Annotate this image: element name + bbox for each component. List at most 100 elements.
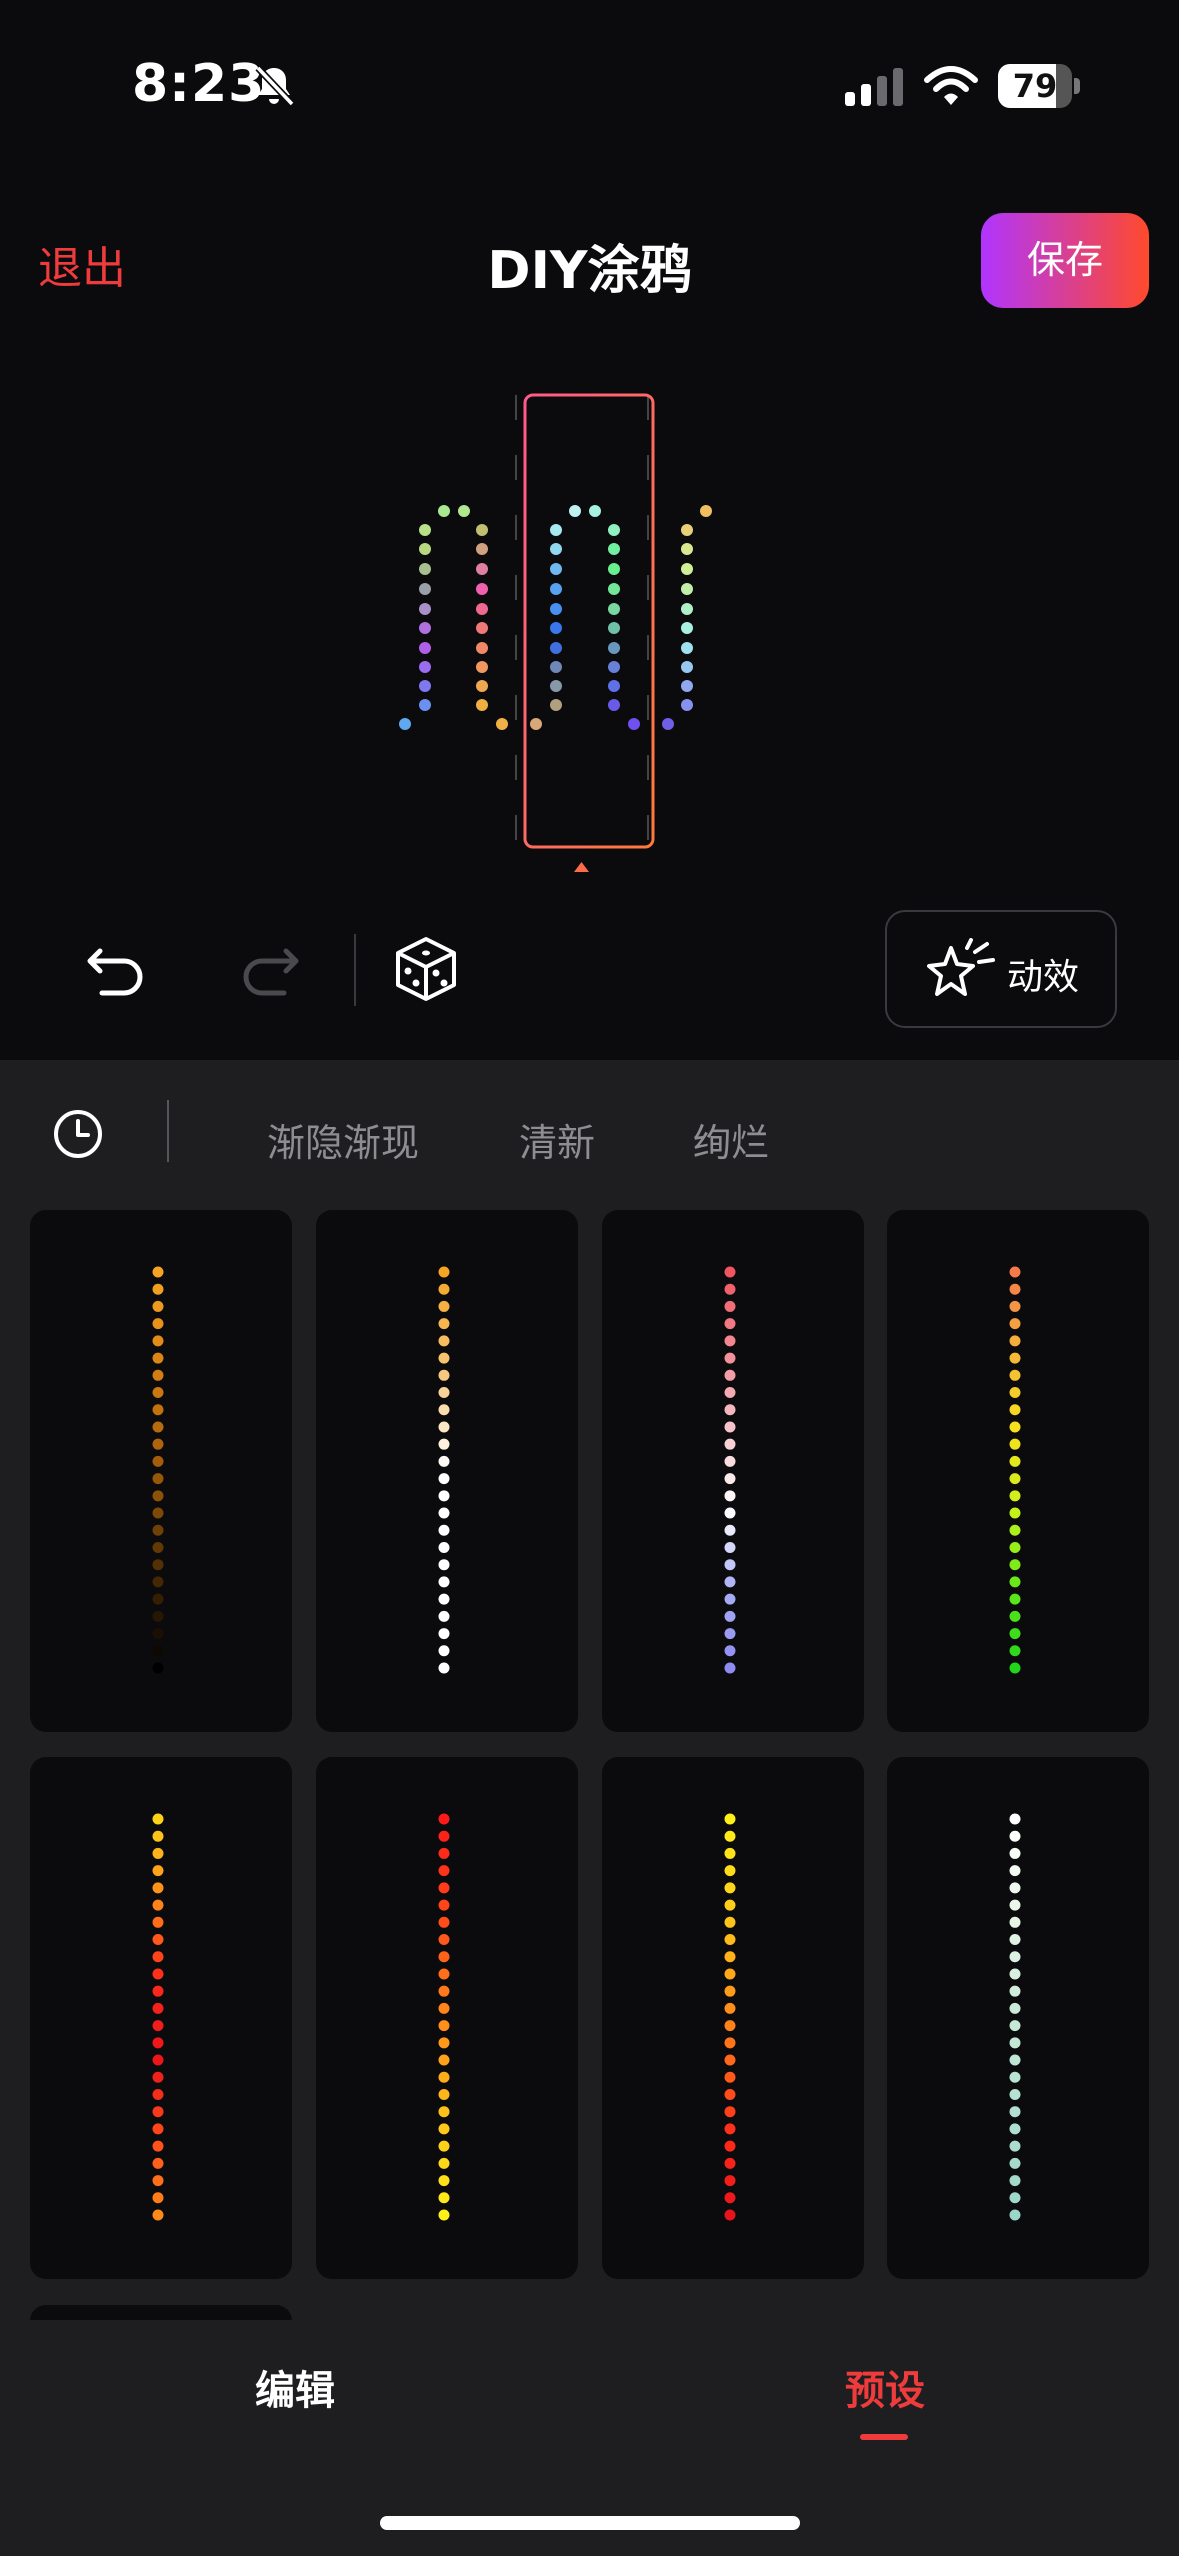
gradient-dot	[724, 1455, 736, 1467]
gradient-dot	[724, 1559, 736, 1571]
gradient-dot	[1009, 1610, 1021, 1622]
gradient-dot	[1009, 1899, 1021, 1911]
gradient-dot	[152, 2106, 164, 2118]
gradient-dot	[1009, 1335, 1021, 1347]
preset-card-2[interactable]	[316, 1210, 578, 1732]
preset-card-6[interactable]	[316, 1757, 578, 2279]
gradient-dot	[152, 2140, 164, 2152]
gradient-dot	[724, 1266, 736, 1278]
gradient-dot	[438, 1318, 450, 1330]
gradient-dot	[724, 1576, 736, 1588]
undo-icon[interactable]	[86, 937, 150, 1001]
gradient-dot	[724, 2106, 736, 2118]
gradient-dot	[724, 1369, 736, 1381]
gradient-dot	[1009, 1951, 1021, 1963]
nav-edit[interactable]: 编辑	[255, 2358, 335, 2416]
gradient-dot	[724, 2192, 736, 2204]
gradient-dot	[1009, 1662, 1021, 1674]
gradient-dot	[438, 1473, 450, 1485]
gradient-dot	[1009, 1593, 1021, 1605]
dice-icon[interactable]	[392, 935, 460, 1003]
gradient-dot	[1009, 1968, 1021, 1980]
gradient-dot	[724, 2071, 736, 2083]
gradient-dots	[152, 1813, 164, 2221]
nav-active-indicator	[860, 2434, 908, 2440]
gradient-dot	[438, 1421, 450, 1433]
gradient-dot	[438, 1300, 450, 1312]
gradient-dot	[1009, 2071, 1021, 2083]
history-clock-icon[interactable]	[52, 1108, 104, 1160]
preset-card-4[interactable]	[887, 1210, 1149, 1732]
gradient-dot	[152, 2037, 164, 2049]
doodle-canvas[interactable]	[0, 380, 1179, 880]
gradient-dot	[724, 1507, 736, 1519]
gradient-dot	[438, 1934, 450, 1946]
gradient-dot	[724, 1318, 736, 1330]
gradient-dot	[438, 1813, 450, 1825]
gradient-dot	[152, 2054, 164, 2066]
gradient-dot	[152, 1507, 164, 1519]
selection-frame[interactable]	[523, 393, 655, 849]
gradient-dot	[152, 1473, 164, 1485]
gradient-dot	[1009, 1283, 1021, 1295]
preset-card-3[interactable]	[602, 1210, 864, 1732]
nav-preset[interactable]: 预设	[845, 2358, 925, 2416]
gradient-dot	[724, 1813, 736, 1825]
gradient-dot	[1009, 1813, 1021, 1825]
gradient-dot	[152, 1387, 164, 1399]
tab-fresh[interactable]: 清新	[519, 1112, 595, 1167]
gradient-dot	[724, 1865, 736, 1877]
gradient-dot	[724, 2175, 736, 2187]
gradient-dot	[1009, 1421, 1021, 1433]
wifi-icon	[924, 66, 978, 105]
tab-fade[interactable]: 渐隐渐现	[267, 1112, 419, 1167]
gradient-dot	[438, 2157, 450, 2169]
gradient-dots	[1009, 1266, 1021, 1674]
gradient-dot	[438, 1541, 450, 1553]
gradient-dot	[438, 1847, 450, 1859]
gradient-dot	[438, 2106, 450, 2118]
gradient-dot	[152, 1318, 164, 1330]
preset-card-5[interactable]	[30, 1757, 292, 2279]
gradient-dot	[438, 2054, 450, 2066]
toolbar-divider	[354, 934, 356, 1006]
gradient-dot	[152, 1283, 164, 1295]
gradient-dot	[1009, 2209, 1021, 2221]
gradient-dot	[1009, 1404, 1021, 1416]
preset-card-7[interactable]	[602, 1757, 864, 2279]
gradient-dot	[724, 1352, 736, 1364]
gradient-dot	[152, 1335, 164, 1347]
preset-card-1[interactable]	[30, 1210, 292, 1732]
gradient-dot	[152, 1593, 164, 1605]
gradient-dot	[724, 1404, 736, 1416]
gradient-dot	[1009, 1438, 1021, 1450]
tab-gorgeous[interactable]: 绚烂	[693, 1112, 769, 1167]
gradient-dot	[1009, 1985, 1021, 1997]
gradient-dot	[438, 1576, 450, 1588]
gradient-dot	[152, 2209, 164, 2221]
save-button[interactable]: 保存	[981, 213, 1149, 308]
redo-icon[interactable]	[236, 937, 300, 1001]
gradient-dot	[152, 2071, 164, 2083]
status-time: 8:23	[132, 54, 266, 114]
gradient-dot	[152, 2002, 164, 2014]
gradient-dot	[1009, 1865, 1021, 1877]
home-indicator[interactable]	[380, 2516, 800, 2530]
preset-card-8[interactable]	[887, 1757, 1149, 2279]
gradient-dot	[724, 1830, 736, 1842]
category-tabs: 渐隐渐现 清新 绚烂	[0, 1060, 1179, 1200]
gradient-dot	[438, 1387, 450, 1399]
gradient-dot	[438, 1559, 450, 1571]
effects-button[interactable]: 动效	[885, 910, 1117, 1028]
gradient-dot	[438, 2002, 450, 2014]
gradient-dot	[1009, 2002, 1021, 2014]
gradient-dot	[1009, 2020, 1021, 2032]
gradient-dot	[724, 1662, 736, 1674]
gradient-dot	[152, 1916, 164, 1928]
gradient-dot	[438, 1455, 450, 1467]
gradient-dot	[1009, 1628, 1021, 1640]
gradient-dot	[1009, 1387, 1021, 1399]
gradient-dot	[152, 1576, 164, 1588]
gradient-dot	[152, 1847, 164, 1859]
gradient-dot	[438, 2123, 450, 2135]
